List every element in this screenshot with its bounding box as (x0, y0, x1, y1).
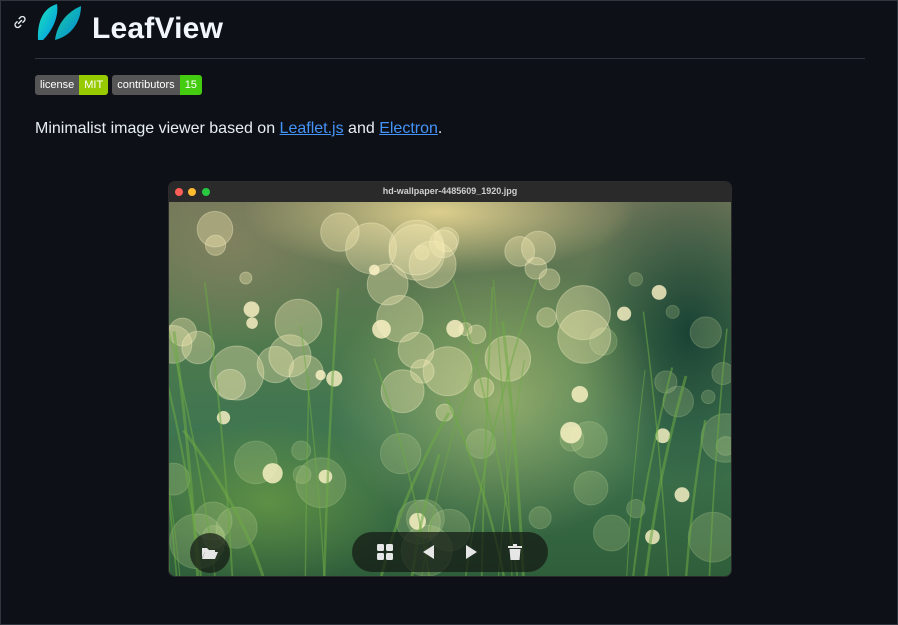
open-folder-button[interactable] (190, 533, 230, 573)
description-middle: and (343, 120, 380, 137)
prev-arrow-icon (423, 545, 435, 559)
page-title: LeafView (92, 12, 224, 45)
badge-label: license (35, 75, 80, 95)
electron-link[interactable]: Electron (379, 120, 438, 137)
leaf-logo-icon (37, 4, 81, 40)
wallpaper-image (169, 202, 731, 576)
viewer-toolbar (352, 532, 548, 572)
bokeh-layer (169, 210, 731, 576)
delete-button[interactable] (504, 541, 526, 563)
license-badge[interactable]: license MIT (35, 75, 109, 95)
app-screenshot-window: hd-wallpaper-4485609_1920.jpg (169, 182, 731, 576)
next-arrow-icon (465, 545, 477, 559)
description-prefix: Minimalist image viewer based on (35, 120, 280, 137)
grid-button[interactable] (374, 541, 396, 563)
folder-open-icon (202, 548, 218, 559)
contributors-badge[interactable]: contributors 15 (112, 75, 202, 95)
link-icon[interactable] (12, 14, 28, 30)
next-button[interactable] (461, 541, 483, 563)
window-titlebar: hd-wallpaper-4485609_1920.jpg (169, 182, 731, 203)
leaflet-link[interactable]: Leaflet.js (280, 120, 344, 137)
description-suffix: . (437, 120, 443, 137)
badge-value: 15 (179, 75, 202, 95)
badge-value: MIT (79, 75, 109, 95)
description: Minimalist image viewer based on Leaflet… (35, 120, 442, 138)
badge-row: license MIT contributors 15 (35, 75, 202, 95)
prev-button[interactable] (417, 541, 439, 563)
trash-icon (508, 544, 523, 560)
grid-icon (376, 544, 393, 560)
badge-label: contributors (112, 75, 180, 95)
window-title: hd-wallpaper-4485609_1920.jpg (382, 186, 518, 196)
title-divider (35, 58, 865, 59)
